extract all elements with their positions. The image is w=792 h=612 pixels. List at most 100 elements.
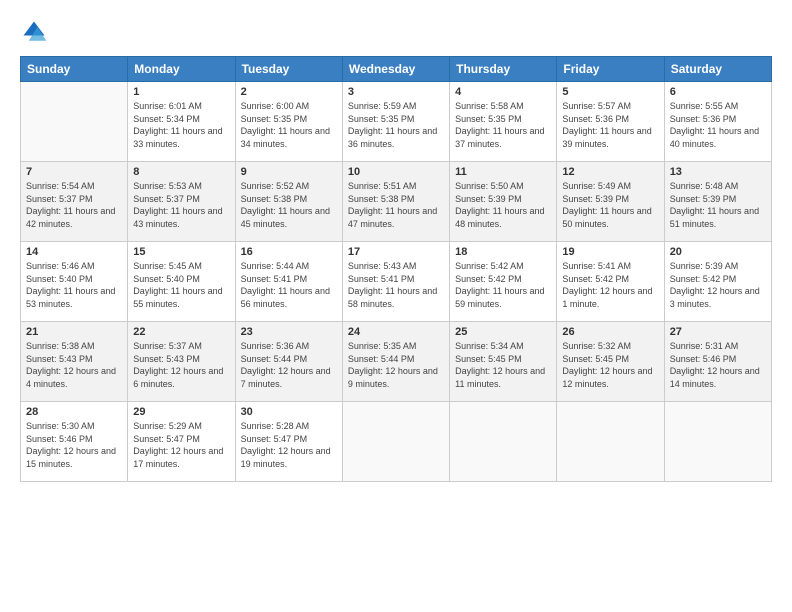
day-info: Sunrise: 6:00 AMSunset: 5:35 PMDaylight:… bbox=[241, 100, 337, 150]
calendar-week-row: 21Sunrise: 5:38 AMSunset: 5:43 PMDayligh… bbox=[21, 322, 772, 402]
calendar-cell: 19 Sunrise: 5:41 AMSunset: 5:42 PMDayligh… bbox=[557, 242, 664, 322]
day-info: Sunrise: 5:30 AMSunset: 5:46 PMDaylight:… bbox=[26, 420, 122, 470]
calendar-cell bbox=[21, 82, 128, 162]
day-info: Sunrise: 5:39 AMSunset: 5:42 PMDaylight:… bbox=[670, 260, 766, 310]
day-info: Sunrise: 5:44 AMSunset: 5:41 PMDaylight:… bbox=[241, 260, 337, 310]
day-number: 27 bbox=[670, 326, 766, 338]
day-number: 15 bbox=[133, 246, 229, 258]
calendar-cell: 24 Sunrise: 5:35 AMSunset: 5:44 PMDayligh… bbox=[342, 322, 449, 402]
day-number: 9 bbox=[241, 166, 337, 178]
day-number: 25 bbox=[455, 326, 551, 338]
calendar-cell: 14 Sunrise: 5:46 AMSunset: 5:40 PMDayligh… bbox=[21, 242, 128, 322]
day-number: 14 bbox=[26, 246, 122, 258]
day-info: Sunrise: 5:28 AMSunset: 5:47 PMDaylight:… bbox=[241, 420, 337, 470]
day-number: 4 bbox=[455, 86, 551, 98]
day-info: Sunrise: 5:59 AMSunset: 5:35 PMDaylight:… bbox=[348, 100, 444, 150]
calendar-cell: 22 Sunrise: 5:37 AMSunset: 5:43 PMDayligh… bbox=[128, 322, 235, 402]
calendar-cell: 2 Sunrise: 6:00 AMSunset: 5:35 PMDaylight… bbox=[235, 82, 342, 162]
day-info: Sunrise: 5:53 AMSunset: 5:37 PMDaylight:… bbox=[133, 180, 229, 230]
calendar-cell: 25 Sunrise: 5:34 AMSunset: 5:45 PMDayligh… bbox=[450, 322, 557, 402]
day-number: 1 bbox=[133, 86, 229, 98]
calendar-cell: 5Sunrise: 5:57 AMSunset: 5:36 PMDaylight… bbox=[557, 82, 664, 162]
page: SundayMondayTuesdayWednesdayThursdayFrid… bbox=[0, 0, 792, 612]
day-number: 20 bbox=[670, 246, 766, 258]
day-number: 17 bbox=[348, 246, 444, 258]
calendar-cell: 23 Sunrise: 5:36 AMSunset: 5:44 PMDayligh… bbox=[235, 322, 342, 402]
calendar-table: SundayMondayTuesdayWednesdayThursdayFrid… bbox=[20, 56, 772, 482]
day-number: 10 bbox=[348, 166, 444, 178]
calendar-cell bbox=[557, 402, 664, 482]
weekday-header-monday: Monday bbox=[128, 57, 235, 82]
logo bbox=[20, 18, 52, 46]
day-number: 29 bbox=[133, 406, 229, 418]
day-info: Sunrise: 5:52 AMSunset: 5:38 PMDaylight:… bbox=[241, 180, 337, 230]
calendar-cell: 16 Sunrise: 5:44 AMSunset: 5:41 PMDayligh… bbox=[235, 242, 342, 322]
weekday-header-sunday: Sunday bbox=[21, 57, 128, 82]
day-info: Sunrise: 5:37 AMSunset: 5:43 PMDaylight:… bbox=[133, 340, 229, 390]
calendar-cell: 26 Sunrise: 5:32 AMSunset: 5:45 PMDayligh… bbox=[557, 322, 664, 402]
calendar-cell: 21Sunrise: 5:38 AMSunset: 5:43 PMDayligh… bbox=[21, 322, 128, 402]
day-number: 16 bbox=[241, 246, 337, 258]
calendar-cell: 27 Sunrise: 5:31 AMSunset: 5:46 PMDayligh… bbox=[664, 322, 771, 402]
calendar-week-row: 7 Sunrise: 5:54 AMSunset: 5:37 PMDaylight… bbox=[21, 162, 772, 242]
day-info: Sunrise: 5:41 AMSunset: 5:42 PMDaylight:… bbox=[562, 260, 658, 310]
calendar-cell: 7 Sunrise: 5:54 AMSunset: 5:37 PMDaylight… bbox=[21, 162, 128, 242]
calendar-cell: 12 Sunrise: 5:49 AMSunset: 5:39 PMDayligh… bbox=[557, 162, 664, 242]
day-info: Sunrise: 5:58 AMSunset: 5:35 PMDaylight:… bbox=[455, 100, 551, 150]
day-number: 19 bbox=[562, 246, 658, 258]
day-number: 23 bbox=[241, 326, 337, 338]
day-info: Sunrise: 5:31 AMSunset: 5:46 PMDaylight:… bbox=[670, 340, 766, 390]
calendar-cell: 3 Sunrise: 5:59 AMSunset: 5:35 PMDaylight… bbox=[342, 82, 449, 162]
day-info: Sunrise: 5:36 AMSunset: 5:44 PMDaylight:… bbox=[241, 340, 337, 390]
calendar-week-row: 1 Sunrise: 6:01 AMSunset: 5:34 PMDaylight… bbox=[21, 82, 772, 162]
day-number: 2 bbox=[241, 86, 337, 98]
calendar-week-row: 14 Sunrise: 5:46 AMSunset: 5:40 PMDayligh… bbox=[21, 242, 772, 322]
calendar-cell: 11Sunrise: 5:50 AMSunset: 5:39 PMDayligh… bbox=[450, 162, 557, 242]
day-number: 18 bbox=[455, 246, 551, 258]
day-info: Sunrise: 5:51 AMSunset: 5:38 PMDaylight:… bbox=[348, 180, 444, 230]
calendar-cell: 13Sunrise: 5:48 AMSunset: 5:39 PMDayligh… bbox=[664, 162, 771, 242]
day-number: 7 bbox=[26, 166, 122, 178]
calendar-cell: 6Sunrise: 5:55 AMSunset: 5:36 PMDaylight… bbox=[664, 82, 771, 162]
calendar-cell: 28 Sunrise: 5:30 AMSunset: 5:46 PMDayligh… bbox=[21, 402, 128, 482]
day-info: Sunrise: 5:55 AMSunset: 5:36 PMDaylight:… bbox=[670, 100, 766, 150]
day-info: Sunrise: 5:32 AMSunset: 5:45 PMDaylight:… bbox=[562, 340, 658, 390]
day-info: Sunrise: 5:49 AMSunset: 5:39 PMDaylight:… bbox=[562, 180, 658, 230]
calendar-cell: 4 Sunrise: 5:58 AMSunset: 5:35 PMDaylight… bbox=[450, 82, 557, 162]
calendar-cell: 29 Sunrise: 5:29 AMSunset: 5:47 PMDayligh… bbox=[128, 402, 235, 482]
calendar-week-row: 28 Sunrise: 5:30 AMSunset: 5:46 PMDayligh… bbox=[21, 402, 772, 482]
day-info: Sunrise: 5:35 AMSunset: 5:44 PMDaylight:… bbox=[348, 340, 444, 390]
weekday-header-wednesday: Wednesday bbox=[342, 57, 449, 82]
day-info: Sunrise: 5:34 AMSunset: 5:45 PMDaylight:… bbox=[455, 340, 551, 390]
day-number: 12 bbox=[562, 166, 658, 178]
day-info: Sunrise: 6:01 AMSunset: 5:34 PMDaylight:… bbox=[133, 100, 229, 150]
day-info: Sunrise: 5:45 AMSunset: 5:40 PMDaylight:… bbox=[133, 260, 229, 310]
day-number: 22 bbox=[133, 326, 229, 338]
day-number: 3 bbox=[348, 86, 444, 98]
weekday-header-row: SundayMondayTuesdayWednesdayThursdayFrid… bbox=[21, 57, 772, 82]
calendar-cell: 15 Sunrise: 5:45 AMSunset: 5:40 PMDayligh… bbox=[128, 242, 235, 322]
calendar-cell: 30Sunrise: 5:28 AMSunset: 5:47 PMDayligh… bbox=[235, 402, 342, 482]
day-info: Sunrise: 5:43 AMSunset: 5:41 PMDaylight:… bbox=[348, 260, 444, 310]
calendar-cell: 20 Sunrise: 5:39 AMSunset: 5:42 PMDayligh… bbox=[664, 242, 771, 322]
day-info: Sunrise: 5:46 AMSunset: 5:40 PMDaylight:… bbox=[26, 260, 122, 310]
calendar-cell bbox=[450, 402, 557, 482]
calendar-cell: 9 Sunrise: 5:52 AMSunset: 5:38 PMDaylight… bbox=[235, 162, 342, 242]
day-number: 13 bbox=[670, 166, 766, 178]
day-info: Sunrise: 5:29 AMSunset: 5:47 PMDaylight:… bbox=[133, 420, 229, 470]
day-number: 28 bbox=[26, 406, 122, 418]
calendar-cell: 1 Sunrise: 6:01 AMSunset: 5:34 PMDaylight… bbox=[128, 82, 235, 162]
day-number: 11 bbox=[455, 166, 551, 178]
logo-icon bbox=[20, 18, 48, 46]
calendar-cell: 17 Sunrise: 5:43 AMSunset: 5:41 PMDayligh… bbox=[342, 242, 449, 322]
day-number: 24 bbox=[348, 326, 444, 338]
day-number: 5 bbox=[562, 86, 658, 98]
day-number: 26 bbox=[562, 326, 658, 338]
day-info: Sunrise: 5:54 AMSunset: 5:37 PMDaylight:… bbox=[26, 180, 122, 230]
weekday-header-tuesday: Tuesday bbox=[235, 57, 342, 82]
calendar-cell: 18 Sunrise: 5:42 AMSunset: 5:42 PMDayligh… bbox=[450, 242, 557, 322]
day-info: Sunrise: 5:42 AMSunset: 5:42 PMDaylight:… bbox=[455, 260, 551, 310]
calendar-cell: 10 Sunrise: 5:51 AMSunset: 5:38 PMDayligh… bbox=[342, 162, 449, 242]
day-number: 8 bbox=[133, 166, 229, 178]
calendar-cell: 8 Sunrise: 5:53 AMSunset: 5:37 PMDaylight… bbox=[128, 162, 235, 242]
